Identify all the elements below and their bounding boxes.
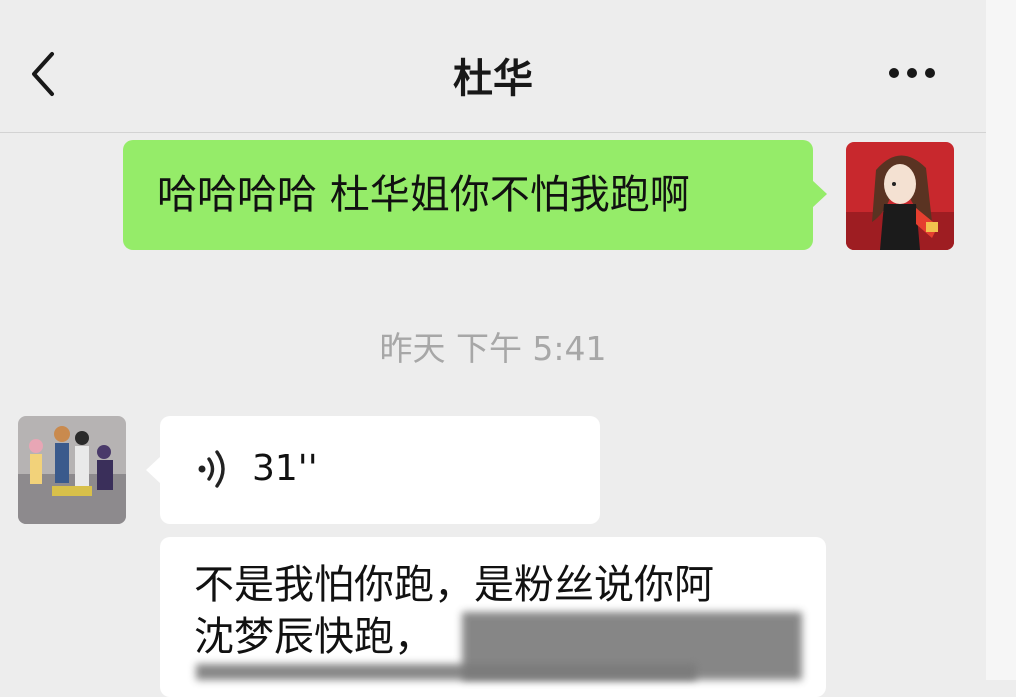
- scroll-gutter: [986, 0, 1016, 680]
- message-text-line: 不是我怕你跑，是粉丝说你阿: [194, 562, 714, 608]
- voice-wave-icon: [196, 447, 232, 491]
- redaction-scribble: [196, 664, 696, 680]
- chat-header: 杜华: [0, 0, 986, 133]
- message-text: 哈哈哈哈 杜华姐你不怕我跑啊: [157, 172, 690, 218]
- ellipsis-icon: [889, 68, 935, 78]
- message-bubble-self[interactable]: 哈哈哈哈 杜华姐你不怕我跑啊: [123, 140, 827, 250]
- avatar-self[interactable]: [846, 142, 954, 250]
- more-button[interactable]: [880, 58, 944, 88]
- timestamp: 昨天 下午 5:41: [379, 329, 607, 368]
- avatar-contact[interactable]: [18, 416, 126, 524]
- voice-duration: 31'': [252, 448, 318, 489]
- avatar-self-image: [846, 142, 954, 250]
- chat-title: 杜华: [453, 56, 533, 102]
- avatar-contact-image: [18, 416, 126, 524]
